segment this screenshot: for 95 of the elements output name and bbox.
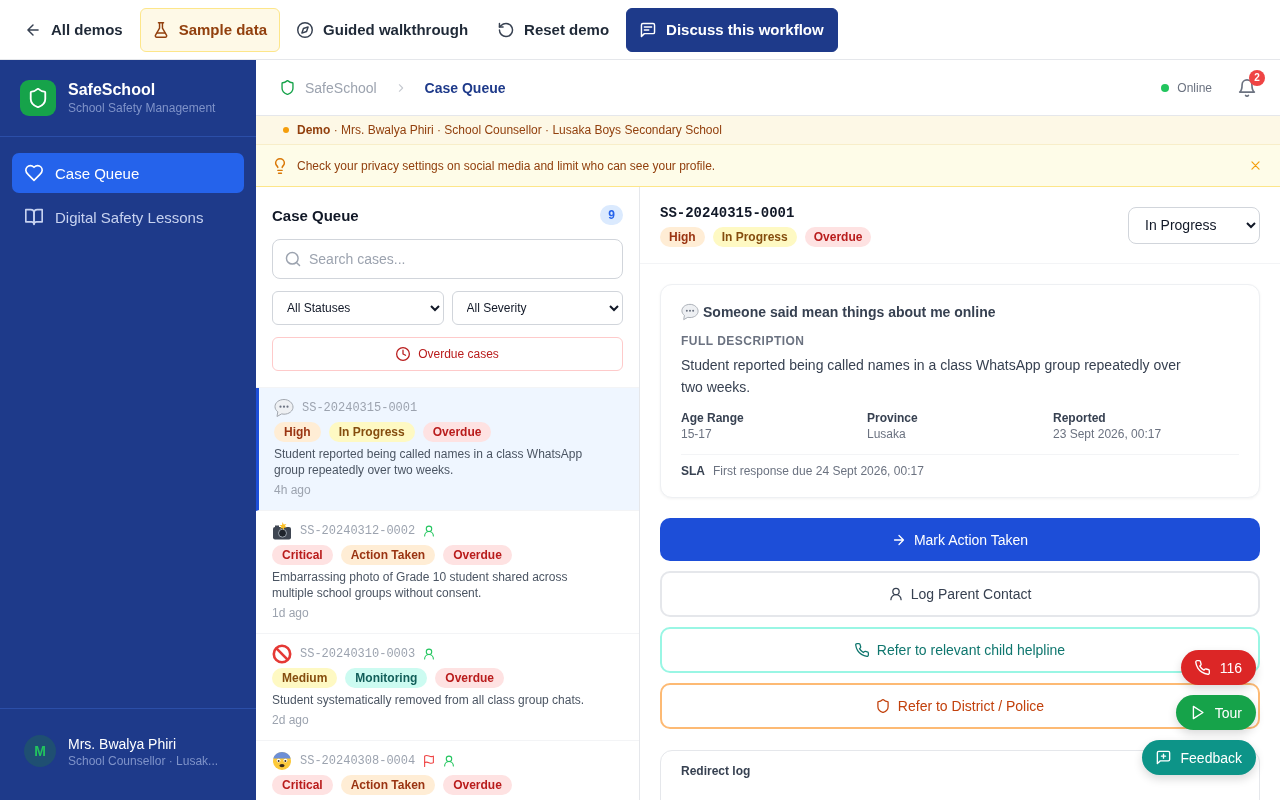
log-contact-button[interactable]: Log Parent Contact [660,571,1260,617]
discuss-button[interactable]: Discuss this workflow [626,7,838,52]
case-item[interactable]: SS-20240312-0002 Critical Action Taken Overdue Embarrassing photo of Grade 10 student shared across multiple school groups without consent. 1d ago [256,511,639,634]
case-title: Someone said mean things about me online [703,304,996,320]
case-tag: In Progress [328,422,415,442]
case-summary: Embarrassing photo of Grade 10 student shared across multiple school groups without consent. [272,569,569,601]
message-plus-icon [1155,750,1171,765]
shield-icon [280,80,295,95]
fact-label: Province [867,410,919,426]
sidebar-item[interactable]: Case Queue [12,153,244,193]
arrow-left-icon [25,21,41,38]
sample-data-button[interactable]: Sample data [139,7,281,52]
panel-title: Case Queue [272,206,359,224]
shield-icon [875,699,890,713]
clock-icon [396,347,411,361]
status-label: Online [1177,80,1212,95]
case-tag: In Progress [712,226,797,247]
case-tag: Action Taken [340,545,436,565]
dot-icon [283,127,289,133]
case-id: SS-20240315-0001 [302,401,418,415]
case-item[interactable]: SS-20240310-0003 Medium Monitoring Overdue Student systematically removed from all class group chats. 2d ago [256,634,639,741]
section-label: FULL DESCRIPTION [681,333,806,349]
tip-text: Check your privacy settings on social media and limit who can see your profile. [297,158,717,173]
overdue-filter-button[interactable]: Overdue cases [272,337,623,371]
camera-flash-icon [272,521,292,541]
case-tag: Action Taken [340,775,436,795]
prohibited-icon [272,644,292,664]
bell-icon[interactable] [1238,78,1256,97]
speech-bubble-icon [274,398,294,418]
case-time: 2d ago [272,712,310,728]
lightbulb-icon [272,157,288,174]
case-tag: Critical [272,545,333,565]
fact-value: 15-17 [681,426,713,442]
demo-banner-text: Demo · Mrs. Bwalya Phiri · School Counsellor · Lusaka Boys Secondary School [297,123,722,137]
case-tag: High [274,422,321,442]
search-icon [285,251,301,267]
fact-value: 23 Sept 2026, 00:17 [1053,426,1163,442]
heart-icon [25,164,43,182]
case-description: Student reported being called names in a class WhatsApp group repeatedly over two weeks. [681,356,1182,397]
fearful-face-icon [272,751,292,771]
case-id: SS-20240308-0004 [300,754,416,768]
case-tag: Medium [272,668,338,688]
app-name: SafeSchool [68,80,157,100]
message-icon [640,21,657,38]
shield-logo-icon [20,80,56,116]
fact-value: Lusaka [867,426,907,442]
case-tag: Overdue [443,775,512,795]
filter-select[interactable]: All Statuses [272,291,444,325]
compass-icon [297,21,314,38]
breadcrumb-current: Case Queue [424,79,506,96]
case-time: 4h ago [274,482,312,498]
mark-action-button[interactable]: Mark Action Taken [660,518,1260,561]
case-time: 1d ago [272,605,310,621]
search-field[interactable]: Search cases... [272,239,623,279]
walkthrough-button[interactable]: Guided walkthrough [284,7,482,52]
case-summary: Student systematically removed from all class group chats. [272,692,586,708]
back-button[interactable]: All demos [12,7,136,52]
case-item[interactable]: SS-20240308-0004 Critical Action Taken Overdue [256,741,639,800]
sidebar-item[interactable]: Digital Safety Lessons [12,197,244,237]
case-tag: Overdue [435,668,504,688]
sla-text: First response due 24 Sept 2026, 00:17 [713,463,924,479]
person-icon [888,587,903,601]
fact-label: Age Range [681,410,745,426]
fact-label: Reported [1053,410,1107,426]
sla-label: SLA [681,463,705,479]
case-tag: Critical [272,775,333,795]
notification-badge: 2 [1249,69,1265,86]
arrow-right-icon [891,532,906,547]
app-tagline: School Safety Management [68,100,216,116]
reset-button[interactable]: Reset demo [485,7,623,52]
helpline-call-button[interactable]: 116 [1180,650,1256,685]
case-tag: High [660,226,705,247]
phone-icon [854,643,869,657]
case-item[interactable]: SS-20240315-0001 High In Progress Overdue Student reported being called names in a class WhatsApp group repeatedly over two weeks. 4h ago [256,388,639,511]
rotate-arrow-icon [498,21,515,38]
case-count: 9 [600,205,623,225]
user-avatar: M [24,735,56,767]
case-tag: Overdue [422,422,492,442]
user-role: School Counsellor · Lusak... [68,753,219,769]
flask-icon [152,21,169,38]
case-id: SS-20240310-0003 [300,647,416,661]
redirect-log-title: Redirect log [681,764,752,778]
case-tag: Overdue [443,545,512,565]
status-select[interactable]: In Progress [1128,206,1260,244]
case-summary: Student reported being called names in a class WhatsApp group repeatedly over two weeks. [274,446,584,478]
open-book-icon [25,208,43,226]
case-id: SS-20240315-0001 [660,203,796,222]
case-tag: Overdue [804,226,872,247]
filter-select[interactable]: All Severity [451,291,623,325]
user-name: Mrs. Bwalya Phiri [68,735,178,753]
feedback-button[interactable]: Feedback [1141,740,1256,775]
case-id: SS-20240312-0002 [300,524,416,538]
speech-bubble-icon [681,303,699,321]
case-tag: Monitoring [345,668,428,688]
phone-icon [1194,660,1210,675]
